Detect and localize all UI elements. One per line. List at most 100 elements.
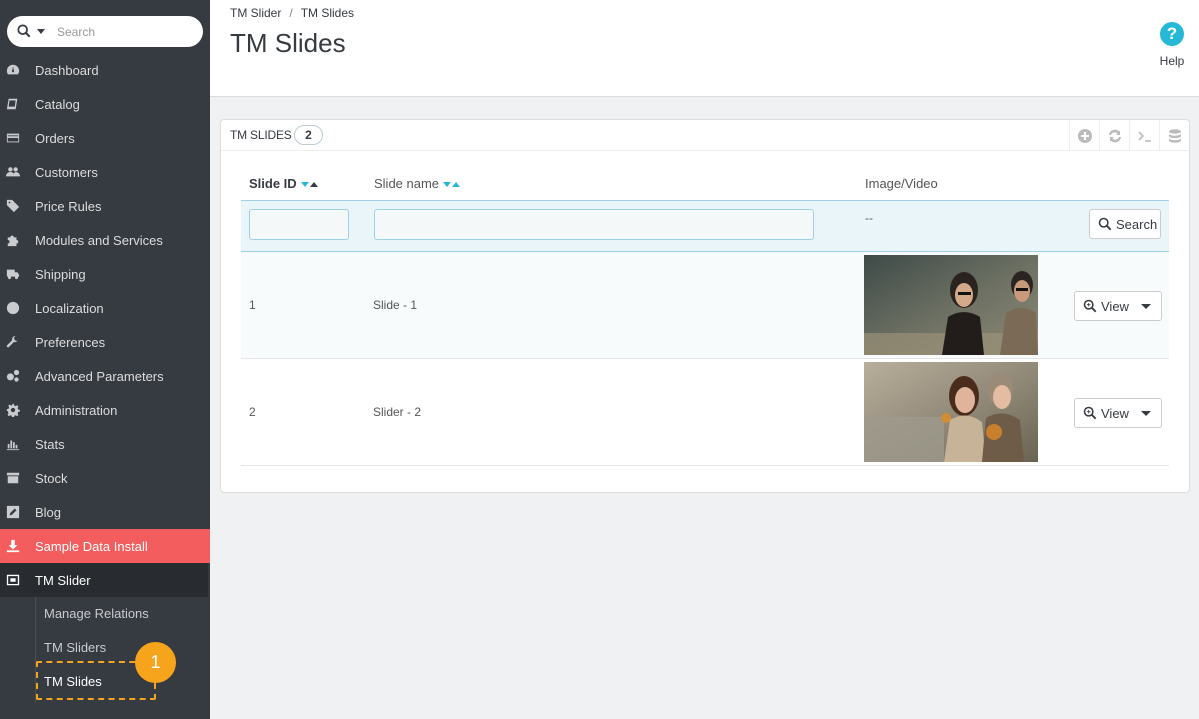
view-action[interactable]: View xyxy=(1083,406,1129,421)
sidebar-item-stock[interactable]: Stock xyxy=(0,461,210,495)
slide-id-cell: 2 xyxy=(249,405,256,419)
filter-slide-name-input[interactable] xyxy=(374,209,814,240)
sort-asc-icon[interactable] xyxy=(452,182,461,188)
dashboard-icon xyxy=(6,63,20,77)
submenu-item-tm-sliders[interactable]: TM Sliders xyxy=(44,640,106,655)
breadcrumb-item[interactable]: TM Slider xyxy=(230,6,281,20)
sidebar-item-label: Preferences xyxy=(35,334,106,350)
sql-query-button[interactable] xyxy=(1129,120,1159,151)
truck-icon xyxy=(6,267,20,281)
sidebar-item-stats[interactable]: Stats xyxy=(0,427,210,461)
filter-slide-id-input[interactable] xyxy=(249,209,349,240)
sidebar-item-price-rules[interactable]: Price Rules xyxy=(0,189,210,223)
puzzle-icon xyxy=(6,233,20,247)
column-header-slide-id[interactable]: Slide ID xyxy=(249,176,318,191)
sidebar-item-tm-slider[interactable]: TM Slider xyxy=(0,563,208,597)
sidebar-item-orders[interactable]: Orders xyxy=(0,121,210,155)
wrench-icon xyxy=(6,335,20,349)
view-button-label: View xyxy=(1101,298,1129,314)
sidebar-item-label: Catalog xyxy=(35,96,80,112)
breadcrumb-item[interactable]: TM Slides xyxy=(301,6,354,20)
search-icon[interactable] xyxy=(17,24,31,38)
zoom-in-icon xyxy=(1083,406,1097,420)
breadcrumb-separator: / xyxy=(289,6,293,20)
column-header-image-video: Image/Video xyxy=(865,176,938,191)
sidebar-item-modules[interactable]: Modules and Services xyxy=(0,223,210,257)
panel-heading: TM SLIDES 2 xyxy=(221,120,1189,151)
slide-name-cell: Slider - 2 xyxy=(373,405,422,419)
table-row[interactable]: 2 Slider - 2 View xyxy=(241,359,1169,466)
sidebar-item-shipping[interactable]: Shipping xyxy=(0,257,210,291)
download-icon xyxy=(6,539,20,553)
view-button[interactable]: View xyxy=(1074,398,1162,428)
sidebar-item-label: Localization xyxy=(35,300,104,316)
sidebar-item-dashboard[interactable]: Dashboard xyxy=(0,53,210,87)
page-title: TM Slides xyxy=(230,28,346,58)
column-header-label: Slide name xyxy=(374,176,440,191)
sidebar-item-label: Price Rules xyxy=(35,198,102,214)
help-icon[interactable]: ? xyxy=(1160,22,1184,46)
chevron-down-icon[interactable] xyxy=(37,29,45,34)
sidebar-item-label: Dashboard xyxy=(35,62,99,78)
sidebar-item-advanced-parameters[interactable]: Advanced Parameters xyxy=(0,359,210,393)
sort-control[interactable] xyxy=(443,176,461,191)
view-action[interactable]: View xyxy=(1083,299,1129,314)
sidebar-item-catalog[interactable]: Catalog xyxy=(0,87,210,121)
export-sql-button[interactable] xyxy=(1159,120,1189,151)
table-row[interactable]: 1 Slide - 1 View xyxy=(241,252,1169,359)
add-new-button[interactable] xyxy=(1069,120,1099,151)
sidebar-item-sample-data-install[interactable]: Sample Data Install xyxy=(0,529,210,563)
help-button[interactable]: ? Help xyxy=(1158,22,1186,68)
page-header: TM Slider / TM Slides TM Slides ? Help xyxy=(210,0,1199,97)
slide-thumbnail xyxy=(864,362,1038,462)
sidebar-item-label: TM Slider xyxy=(35,572,91,588)
caret-down-icon[interactable] xyxy=(1141,303,1151,309)
tags-icon xyxy=(6,199,20,213)
slide-image-1 xyxy=(864,255,1038,355)
credit-card-icon xyxy=(6,131,20,145)
slide-image-2 xyxy=(864,362,1038,462)
help-label[interactable]: Help xyxy=(1158,54,1186,68)
sort-control[interactable] xyxy=(300,176,318,191)
book-icon xyxy=(6,97,20,111)
sidebar-item-preferences[interactable]: Preferences xyxy=(0,325,210,359)
sidebar-item-customers[interactable]: Customers xyxy=(0,155,210,189)
sidebar-item-localization[interactable]: Localization xyxy=(0,291,210,325)
database-icon xyxy=(1168,128,1181,143)
column-header-slide-name[interactable]: Slide name xyxy=(374,176,461,191)
panel-toolbar xyxy=(1069,120,1189,151)
slide-id-cell: 1 xyxy=(249,298,256,312)
sidebar-item-label: Stock xyxy=(35,470,68,486)
refresh-icon xyxy=(1108,129,1121,142)
view-dropdown-toggle[interactable] xyxy=(1131,292,1161,320)
count-badge: 2 xyxy=(294,125,323,145)
search-input[interactable] xyxy=(57,22,197,42)
submenu-item-manage-relations[interactable]: Manage Relations xyxy=(44,606,149,621)
view-dropdown-toggle[interactable] xyxy=(1131,399,1161,427)
sidebar-item-administration[interactable]: Administration xyxy=(0,393,210,427)
sort-desc-icon[interactable] xyxy=(300,182,309,188)
sidebar-item-label: Blog xyxy=(35,504,62,520)
cog-icon xyxy=(6,403,20,417)
filter-row: -- Search xyxy=(241,200,1169,252)
slide-thumbnail xyxy=(864,255,1038,355)
caret-down-icon[interactable] xyxy=(1141,410,1151,416)
panel-title: TM SLIDES xyxy=(230,128,292,142)
search-button[interactable]: Search xyxy=(1089,209,1161,239)
zoom-in-icon xyxy=(1083,299,1097,313)
archive-icon xyxy=(6,471,20,485)
bar-chart-icon xyxy=(6,437,20,451)
view-button[interactable]: View xyxy=(1074,291,1162,321)
step-marker: 1 xyxy=(135,642,176,683)
globe-icon xyxy=(6,301,20,315)
sidebar: Dashboard Catalog Orders Customers Price… xyxy=(0,0,210,719)
sort-asc-icon[interactable] xyxy=(309,182,318,188)
sort-desc-icon[interactable] xyxy=(443,182,452,188)
add-icon xyxy=(1077,128,1092,143)
sidebar-item-label: Customers xyxy=(35,164,98,180)
sql-icon xyxy=(1137,130,1151,142)
sidebar-search[interactable] xyxy=(7,16,203,47)
refresh-button[interactable] xyxy=(1099,120,1129,151)
slide-name-cell: Slide - 1 xyxy=(373,298,418,312)
sidebar-item-blog[interactable]: Blog xyxy=(0,495,210,529)
